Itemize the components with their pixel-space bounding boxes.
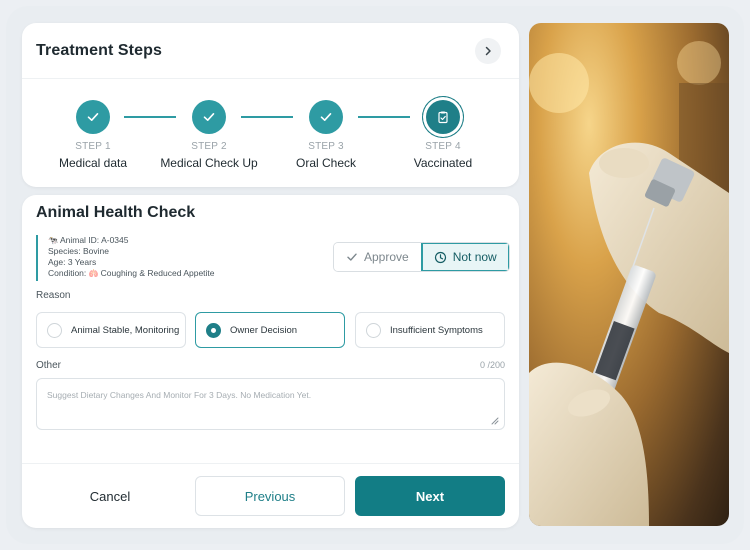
condition-label: Condition: — [48, 268, 87, 278]
check-icon — [347, 253, 357, 261]
steps-title: Treatment Steps — [36, 41, 162, 59]
clipboard-check-icon — [438, 111, 448, 124]
step-name: Oral Check — [295, 156, 357, 170]
cancel-button[interactable]: Cancel — [36, 476, 184, 516]
character-counter: 0 /200 — [479, 360, 505, 370]
check-icon — [87, 113, 99, 121]
reason-option-stable[interactable]: Animal Stable, Monitoring — [36, 312, 186, 348]
check-icon — [203, 113, 215, 121]
step-complete-circle — [309, 100, 343, 134]
step-name: Vaccinated — [413, 156, 473, 170]
clock-refresh-icon — [434, 251, 446, 263]
steps-header: Treatment Steps — [22, 23, 519, 79]
step-item[interactable]: STEP 1 Medical data — [28, 100, 158, 170]
animal-species: Species: Bovine — [48, 246, 109, 256]
radio-button[interactable] — [366, 322, 381, 338]
reason-option-insufficient[interactable]: Insufficient Symptoms — [355, 312, 505, 348]
reason-option-owner[interactable]: Owner Decision — [195, 312, 345, 348]
step-number: STEP 1 — [75, 141, 111, 152]
next-button[interactable]: Next — [355, 476, 505, 516]
other-label: Other — [36, 360, 62, 371]
step-complete-circle — [76, 100, 110, 134]
textarea-placeholder: Suggest Dietary Changes And Monitor For … — [47, 390, 312, 400]
step-name: Medical data — [58, 156, 128, 170]
chevron-right-icon — [485, 46, 491, 55]
reason-label: Reason — [36, 290, 71, 301]
step-current-circle — [422, 96, 464, 138]
not-now-label: Not now — [452, 250, 497, 264]
step-number: STEP 4 — [425, 141, 461, 152]
cow-icon: 🐄 — [48, 236, 58, 245]
step-number: STEP 3 — [308, 141, 344, 152]
syringe-image — [529, 41, 729, 526]
animal-id: Animal ID: A-0345 — [59, 235, 129, 245]
reason-option-label: Animal Stable, Monitoring — [71, 324, 180, 336]
animal-age: Age: 3 Years — [48, 257, 97, 267]
radio-button-selected[interactable] — [206, 322, 221, 338]
cough-icon: 🫁 — [88, 269, 99, 278]
decision-toggle: Approve Not now — [333, 242, 510, 272]
resize-handle-icon[interactable] — [489, 415, 499, 425]
not-now-button[interactable]: Not now — [420, 243, 509, 271]
approve-label: Approve — [364, 250, 409, 264]
health-check-card: Animal Health Check 🐄 Animal ID: A-0345 S… — [22, 195, 519, 528]
step-item[interactable]: STEP 2 Medical Check Up — [144, 100, 274, 170]
radio-button[interactable] — [47, 322, 62, 338]
other-notes-textarea[interactable]: Suggest Dietary Changes And Monitor For … — [36, 378, 505, 430]
footer-divider — [22, 463, 519, 464]
health-check-title: Animal Health Check — [36, 204, 196, 221]
animal-info: 🐄 Animal ID: A-0345 Species: Bovine Age: … — [36, 235, 286, 281]
stepper: STEP 1 Medical data STEP 2 Medical Check… — [22, 93, 519, 183]
condition-value: Coughing & Reduced Appetite — [100, 268, 215, 278]
check-icon — [320, 113, 332, 121]
previous-button[interactable]: Previous — [195, 476, 345, 516]
reason-option-label: Insufficient Symptoms — [390, 324, 483, 336]
reason-option-label: Owner Decision — [230, 324, 298, 336]
treatment-steps-card: Treatment Steps STEP 1 Medical data STEP… — [22, 23, 519, 187]
step-number: STEP 2 — [191, 141, 227, 152]
step-item-current[interactable]: STEP 4 Vaccinated — [378, 96, 508, 170]
approve-button[interactable]: Approve — [334, 243, 421, 271]
vaccination-photo — [529, 23, 729, 526]
step-name: Medical Check Up — [160, 156, 258, 170]
next-step-button[interactable] — [475, 37, 501, 64]
step-item[interactable]: STEP 3 Oral Check — [261, 100, 391, 170]
step-complete-circle — [192, 100, 226, 134]
